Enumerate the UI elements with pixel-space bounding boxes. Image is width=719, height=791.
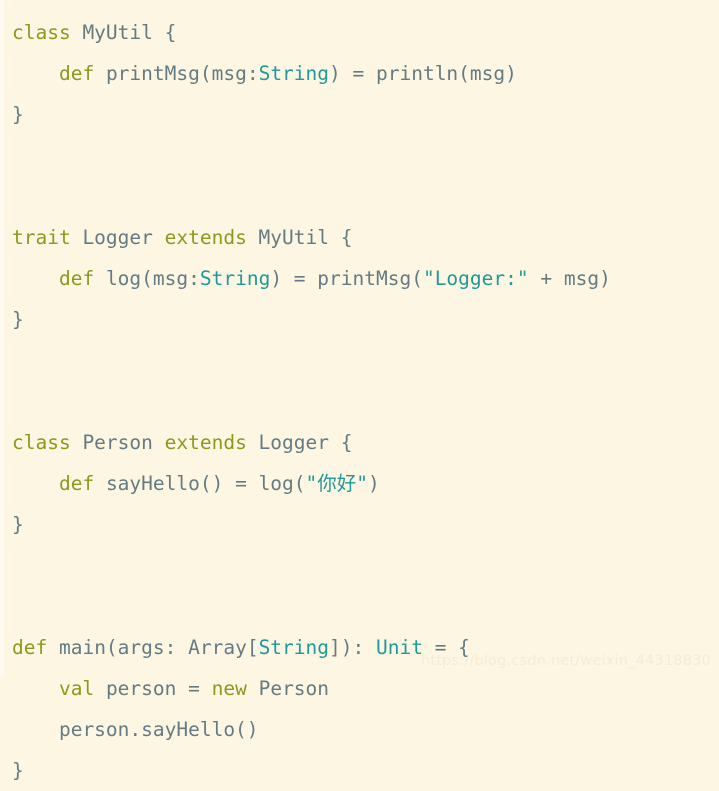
code-token-plain: + msg) <box>528 267 611 290</box>
code-line: } <box>0 504 719 545</box>
code-token-plain: } <box>12 308 24 331</box>
code-token-plain: log(msg: <box>94 267 200 290</box>
code-token-plain: Person <box>70 431 165 454</box>
code-token-type: Unit <box>375 636 423 659</box>
code-line: class MyUtil { <box>0 12 719 53</box>
code-token-string: "你好" <box>305 472 369 495</box>
code-line: person.sayHello() <box>0 709 719 750</box>
code-line: class Person extends Logger { <box>0 422 719 463</box>
code-token-plain: } <box>12 513 24 536</box>
code-token-type: String <box>258 62 330 85</box>
code-line: } <box>0 299 719 340</box>
code-line: def sayHello() = log("你好") <box>0 463 719 504</box>
code-token-keyword: def <box>58 472 95 495</box>
watermark-text: https://blog.csdn.net/weixin_44318830 <box>420 653 711 669</box>
code-token-type: String <box>199 267 271 290</box>
code-token-plain: printMsg(msg: <box>94 62 259 85</box>
code-line: def log(msg:String) = printMsg("Logger:"… <box>0 258 719 299</box>
code-token-keyword: class <box>12 21 71 44</box>
code-line: } <box>0 750 719 791</box>
code-token-keyword: trait <box>12 226 71 249</box>
code-snippet-surface: class MyUtil { def printMsg(msg:String) … <box>0 0 719 782</box>
code-line: val person = new Person <box>0 668 719 709</box>
code-token-plain: } <box>12 103 24 126</box>
code-token-plain: Logger { <box>246 431 353 454</box>
code-token-keyword: def <box>58 267 95 290</box>
code-token-plain: ) = printMsg( <box>270 267 423 290</box>
code-token-keyword: class <box>12 431 71 454</box>
code-block[interactable]: class MyUtil { def printMsg(msg:String) … <box>0 12 719 791</box>
code-token-plain: Logger <box>70 226 165 249</box>
code-token-plain: person = <box>94 677 212 700</box>
code-token-keyword: def <box>12 636 48 659</box>
code-token-keyword: extends <box>164 226 247 249</box>
code-token-plain: MyUtil { <box>70 21 177 44</box>
code-line: def printMsg(msg:String) = println(msg) <box>0 53 719 94</box>
code-token-plain: ) <box>368 472 380 495</box>
code-token-plain: ) = println(msg) <box>329 62 517 85</box>
code-token-keyword: extends <box>164 431 247 454</box>
code-token-keyword: val <box>58 677 95 700</box>
code-token-string: "Logger:" <box>422 267 529 290</box>
code-token-type: String <box>258 636 330 659</box>
code-token-plain: person.sayHello() <box>12 718 259 741</box>
code-line: } <box>0 94 719 135</box>
code-token-plain: MyUtil { <box>246 226 353 249</box>
code-token-plain: main(args: Array[ <box>47 636 259 659</box>
code-token-keyword: new <box>211 677 247 700</box>
code-token-plain: sayHello() = log( <box>94 472 306 495</box>
code-token-plain: } <box>12 759 24 782</box>
left-gutter-strip <box>0 0 4 677</box>
code-token-plain: ]): <box>329 636 376 659</box>
code-token-keyword: def <box>58 62 95 85</box>
code-token-plain: Person <box>246 677 330 700</box>
code-line: trait Logger extends MyUtil { <box>0 217 719 258</box>
